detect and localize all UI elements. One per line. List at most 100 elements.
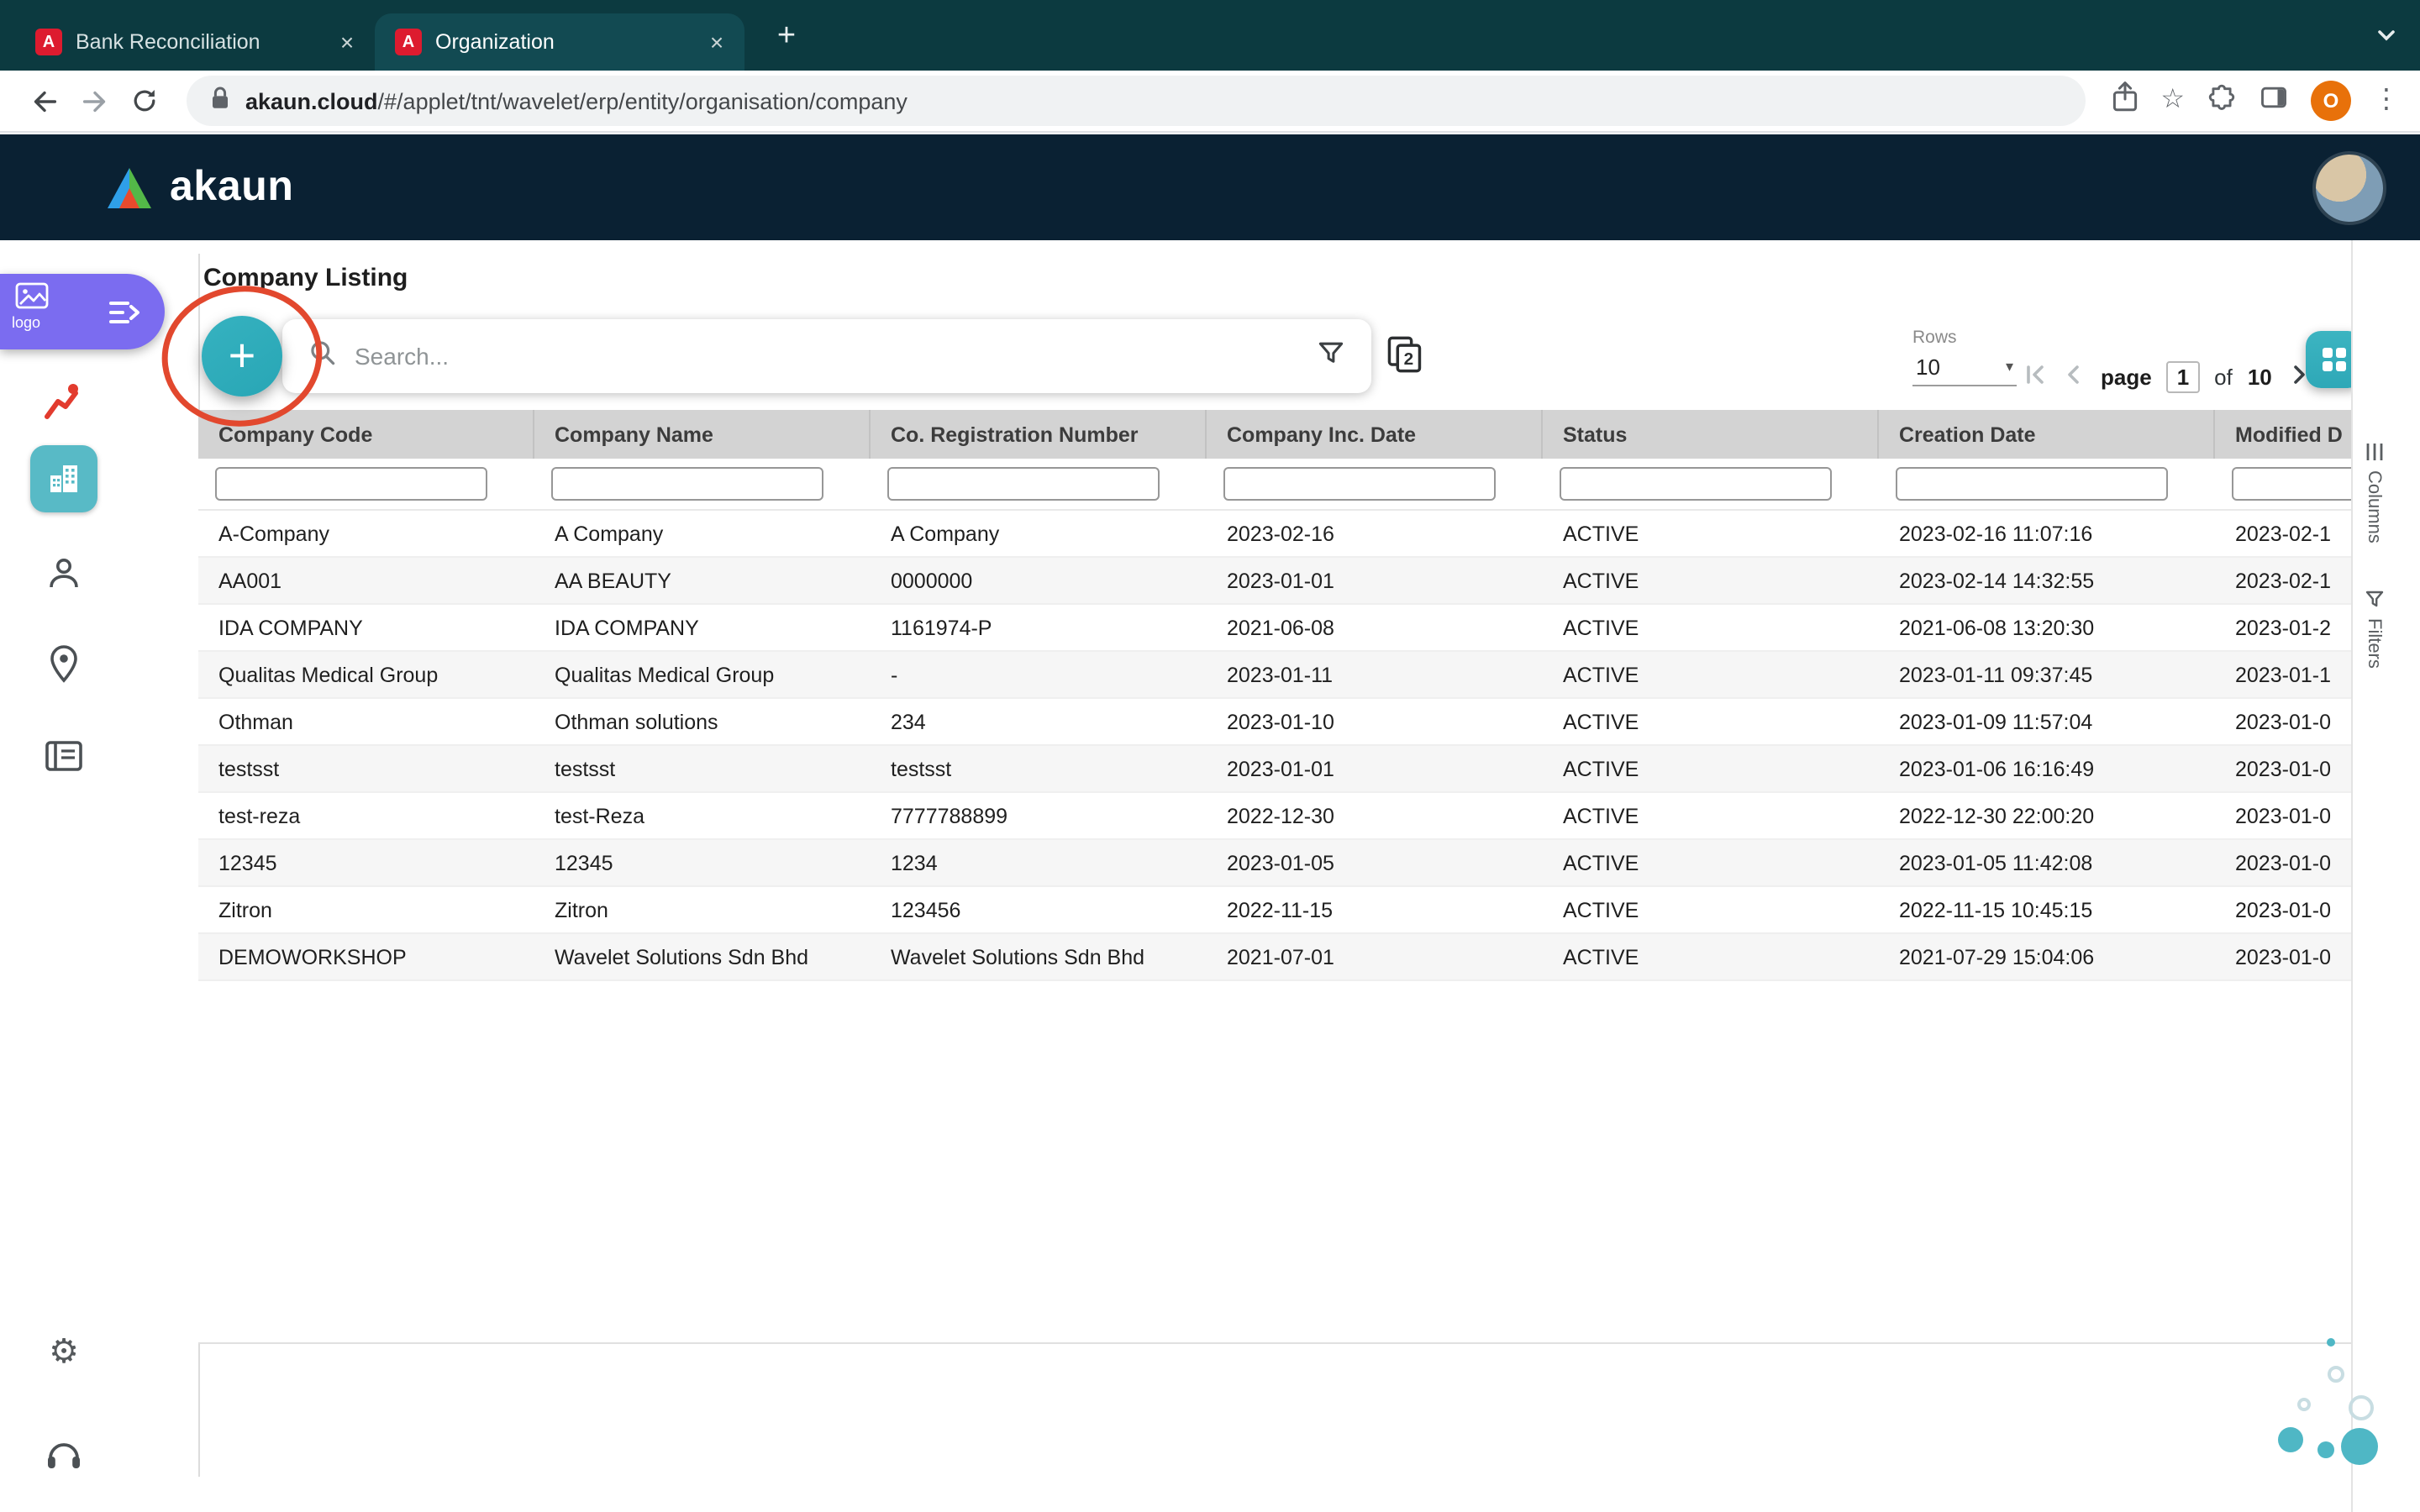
column-header[interactable]: Status [1543,410,1879,459]
tab-close-icon[interactable]: × [333,28,361,56]
table-cell: 2023-02-16 11:07:16 [1879,511,2215,558]
browser-toolbar: akaun.cloud/#/applet/tnt/wavelet/erp/ent… [0,71,2420,133]
rows-select[interactable]: 10 ▾ [1912,353,2017,386]
share-icon[interactable] [2110,81,2139,121]
column-filter-input[interactable] [1896,467,2168,501]
collapse-menu-icon[interactable] [108,299,145,334]
red-app-icon [42,381,86,422]
akaun-logo: akaun [104,163,294,212]
extensions-puzzle-icon[interactable] [2207,81,2237,120]
column-header[interactable]: Company Inc. Date [1207,410,1543,459]
filters-icon [2364,590,2384,610]
column-filter-input[interactable] [1560,467,1832,501]
table-cell: 2021-07-01 [1207,934,1543,981]
search-input[interactable] [355,343,1299,370]
svg-text:2: 2 [1404,349,1414,369]
duplicate-view-icon[interactable]: 2 [1385,334,1425,375]
forward-icon[interactable] [71,77,118,124]
table-cell: 2023-01-0 [2215,793,2351,840]
column-header[interactable]: Company Code [198,410,534,459]
table-row[interactable]: IDA COMPANYIDA COMPANY1161974-P2021-06-0… [198,605,2351,652]
search-bar [282,319,1371,393]
table-header-row: Company CodeCompany NameCo. Registration… [198,410,2351,459]
sidebar-item-applet-red[interactable] [0,381,128,422]
column-header[interactable]: Company Name [534,410,871,459]
sidebar-item-locations[interactable] [0,643,128,684]
table-row[interactable]: AA001AA BEAUTY00000002023-01-01ACTIVE202… [198,558,2351,605]
table-row[interactable]: A-CompanyA CompanyA Company2023-02-16ACT… [198,511,2351,558]
filter-cell [871,459,1207,511]
table-row[interactable]: 123451234512342023-01-05ACTIVE2023-01-05… [198,840,2351,887]
column-header[interactable]: Co. Registration Number [871,410,1207,459]
toolbar-actions: ☆ O ⋮ [2103,81,2400,121]
filter-cell [1207,459,1543,511]
table-cell: 2023-01-09 11:57:04 [1879,699,2215,746]
akaun-triangle-icon [104,165,155,209]
stage: A Bank Reconciliation × A Organization ×… [0,0,2420,1512]
browser-profile-avatar[interactable]: O [2311,81,2351,121]
tab-bank-reconciliation[interactable]: A Bank Reconciliation × [15,13,375,71]
prev-page-button[interactable] [2062,362,2086,391]
back-icon[interactable] [20,77,67,124]
nav-logo-pill[interactable]: logo [0,274,165,349]
reload-icon[interactable] [121,77,168,124]
tab-favicon: A [35,29,62,55]
sidebar-item-settings[interactable]: ⚙ [0,1336,128,1369]
table-cell: 2023-01-0 [2215,934,2351,981]
table-cell: Wavelet Solutions Sdn Bhd [871,934,1207,981]
table-row[interactable]: DEMOWORKSHOPWavelet Solutions Sdn BhdWav… [198,934,2351,981]
tab-close-icon[interactable]: × [702,28,731,56]
decorative-bubbles [2260,1324,2420,1492]
table-cell: 2022-12-30 22:00:20 [1879,793,2215,840]
user-avatar[interactable] [2316,154,2383,221]
sidebar-item-support[interactable] [0,1436,128,1473]
column-filter-input[interactable] [215,467,487,501]
table-cell: ACTIVE [1543,746,1879,793]
column-header[interactable]: Creation Date [1879,410,2215,459]
first-page-button[interactable] [2023,362,2047,391]
table-cell: test-Reza [534,793,871,840]
sidebar-item-organization-active[interactable] [0,445,128,512]
table-row[interactable]: Qualitas Medical GroupQualitas Medical G… [198,652,2351,699]
column-filter-input[interactable] [2232,467,2351,501]
address-bar[interactable]: akaun.cloud/#/applet/tnt/wavelet/erp/ent… [187,76,2085,126]
sidebar-item-contacts[interactable] [0,553,128,593]
sidebar-item-documents[interactable] [0,738,128,774]
table-cell: 2023-02-16 [1207,511,1543,558]
table-row[interactable]: test-rezatest-Reza77777888992022-12-30AC… [198,793,2351,840]
filter-funnel-icon[interactable] [1316,337,1346,375]
column-filter-input[interactable] [551,467,823,501]
side-panel-icon[interactable] [2259,81,2289,120]
table-cell: 2022-12-30 [1207,793,1543,840]
column-filter-input[interactable] [887,467,1160,501]
tab-search-chevron-icon[interactable] [2375,24,2398,55]
column-filter-input[interactable] [1223,467,1496,501]
table-cell: 2021-07-29 15:04:06 [1879,934,2215,981]
new-tab-button[interactable]: + [768,18,805,55]
table-cell: ACTIVE [1543,840,1879,887]
search-icon [308,337,338,375]
pagination: page 1 of 10 [2023,358,2349,395]
filter-cell [198,459,534,511]
bookmark-star-icon[interactable]: ☆ [2160,87,2185,114]
table-row[interactable]: testssttestssttestsst2023-01-01ACTIVE202… [198,746,2351,793]
table-cell: testsst [534,746,871,793]
rail-columns-button[interactable]: Columns [2353,442,2395,543]
table-cell: ACTIVE [1543,699,1879,746]
table-row[interactable]: OthmanOthman solutions2342023-01-10ACTIV… [198,699,2351,746]
table-cell: Zitron [198,887,534,934]
browser-menu-icon[interactable]: ⋮ [2373,87,2400,114]
table-cell: 12345 [198,840,534,887]
table-row[interactable]: ZitronZitron1234562022-11-15ACTIVE2022-1… [198,887,2351,934]
table-cell: 2023-01-2 [2215,605,2351,652]
ledger-card-icon [44,738,84,774]
table-cell: IDA COMPANY [534,605,871,652]
tab-organization[interactable]: A Organization × [375,13,744,71]
add-company-button[interactable]: + [202,316,282,396]
current-page-input[interactable]: 1 [2167,360,2199,392]
table-cell: test-reza [198,793,534,840]
tab-strip: A Bank Reconciliation × A Organization ×… [0,0,2420,71]
table-cell: 2022-11-15 10:45:15 [1879,887,2215,934]
rail-filters-button[interactable]: Filters [2353,590,2395,669]
column-header[interactable]: Modified D [2215,410,2351,459]
